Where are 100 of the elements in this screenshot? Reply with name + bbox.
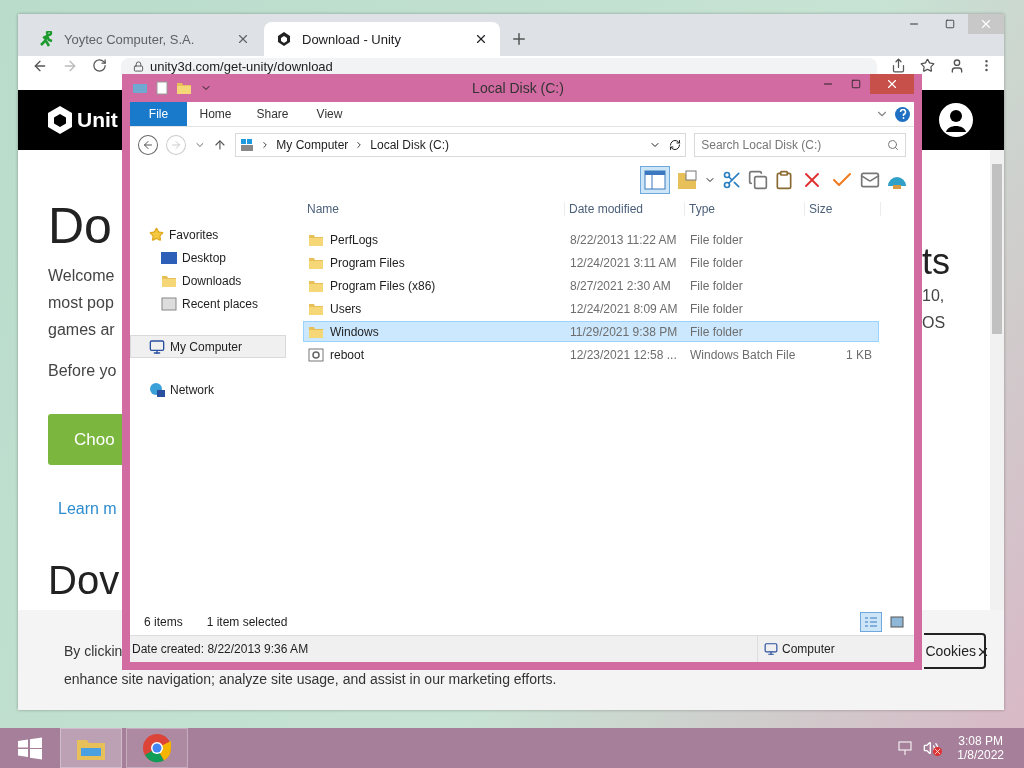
file-type: Windows Batch File [689,347,797,362]
column-header[interactable]: Type [685,202,805,216]
lock-icon [133,60,144,72]
window-title: Local Disk (C:) [471,80,565,96]
breadcrumb[interactable]: My Computer [276,138,349,152]
maximize-icon [945,19,955,29]
reload-icon[interactable] [92,58,107,73]
nav-item[interactable]: Network [130,378,286,401]
close-icon[interactable] [976,645,990,659]
network-icon[interactable] [897,740,914,756]
column-header[interactable]: Size [805,202,881,216]
document-icon[interactable] [156,81,168,95]
file-date: 8/27/2021 2:30 AM [569,278,672,293]
location-text: Computer [782,642,835,656]
user-avatar-icon[interactable] [938,102,974,138]
downloads-folder-icon [161,273,177,288]
close-icon [979,17,993,31]
file-row[interactable]: Users 12/24/2021 8:09 AM File folder [303,298,879,319]
nav-item[interactable]: Downloads [130,269,286,292]
computer-icon [149,338,165,355]
cookie-text: By clickin [64,643,123,659]
search-field[interactable]: Search Local Disk (C:) [694,133,906,157]
refresh-icon[interactable] [669,139,682,151]
forward-icon[interactable] [62,58,78,74]
cube-logo-icon [276,31,292,47]
folder-icon [308,232,324,247]
file-name: Program Files (x86) [330,278,436,293]
profile-icon[interactable] [949,58,965,74]
folder-check-icon[interactable] [676,169,698,191]
learn-more-link[interactable]: Learn m [48,495,122,522]
paste-icon[interactable] [774,170,794,190]
details-view-button[interactable] [860,612,882,632]
close-icon[interactable] [474,32,488,46]
column-header[interactable]: Date modified [565,202,685,216]
pane-layout-icon [644,170,666,190]
preview-pane-button[interactable] [640,166,670,194]
ribbon-tab[interactable]: View [301,102,358,126]
scrollbar[interactable] [990,150,1004,610]
page-text: 10, [922,286,946,306]
nav-item[interactable]: Favorites [130,223,286,246]
page-text: Before yo [48,361,118,381]
file-name: reboot [330,347,365,362]
browser-logo-icon [142,733,172,763]
share-icon[interactable] [891,58,906,73]
browser-taskbar-button[interactable] [126,728,188,768]
address-bar[interactable]: My Computer Local Disk (C:) [235,133,687,157]
ribbon-tab[interactable]: Share [244,102,301,126]
folder-icon [308,324,324,339]
nav-item[interactable]: Recent places [130,292,286,315]
page-heading: ts [922,242,951,282]
volume-icon[interactable] [923,740,940,756]
file-name: Windows [330,324,379,339]
new-folder-icon [176,81,192,95]
cube-logo-icon [46,105,74,135]
nav-item[interactable]: Desktop [130,246,286,269]
cut-icon[interactable] [722,170,742,190]
back-arrow-icon [141,139,154,151]
file-row[interactable]: Windows 11/29/2021 9:38 PM File folder [303,321,879,342]
ribbon-tab[interactable]: Home [187,102,244,126]
file-size: 1 KB [845,347,873,362]
page-heading: Do [48,197,113,256]
computer-icon [764,642,778,656]
new-tab-icon[interactable] [510,30,528,48]
network-globe-icon [149,381,165,398]
nav-item[interactable]: My Computer [130,335,286,358]
envelope-icon[interactable] [860,170,880,190]
page-text: most pop [48,293,115,313]
file-row[interactable]: Program Files 12/24/2021 3:11 AM File folder [303,252,879,273]
file-type: File folder [689,301,744,316]
file-type: File folder [689,324,744,339]
star-icon [149,227,164,242]
address-bar[interactable]: unity3d.com/get-unity/download [121,58,877,74]
close-icon [885,77,899,91]
page-text: games ar [48,320,116,340]
cookies-button[interactable]: Cookies [924,633,986,669]
file-type: File folder [689,278,744,293]
file-row[interactable]: reboot 12/23/2021 12:58 ... Windows Batch File 1 KB [303,344,879,365]
file-row[interactable]: PerfLogs 8/22/2013 11:22 AM File folder [303,229,879,250]
forward-arrow-icon [169,139,182,151]
browser-tab[interactable]: Download - Unity [264,22,500,56]
help-icon[interactable] [895,106,910,122]
file-row[interactable]: Program Files (x86) 8/27/2021 2:30 AM File folder [303,275,879,296]
back-icon[interactable] [32,58,48,74]
search-icon [887,139,899,151]
image-icon [890,616,904,628]
page-text: OS [922,313,947,333]
file-date: 12/23/2021 12:58 ... [569,347,678,362]
file-type: File folder [689,255,744,270]
file-date: 8/22/2013 11:22 AM [569,232,678,247]
browser-tab[interactable]: Yoytec Computer, S.A. [26,22,262,56]
computer-icon [240,138,255,152]
copy-icon[interactable] [748,170,768,190]
folder-icon [308,255,324,270]
page-text: Welcome [48,266,116,286]
page-heading: Dov [48,558,121,602]
column-header[interactable]: Name [303,202,565,216]
file-name: Program Files [330,255,405,270]
bookmark-star-icon[interactable] [920,58,935,73]
desktop-icon [161,251,177,264]
breadcrumb[interactable]: Local Disk (C:) [370,138,449,152]
